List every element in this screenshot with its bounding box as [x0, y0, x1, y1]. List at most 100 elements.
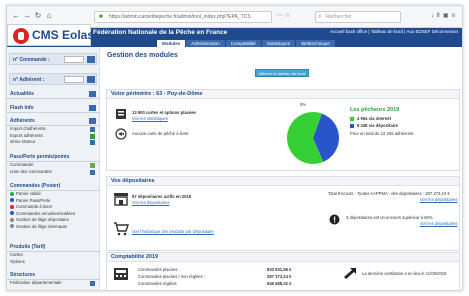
- sidebar-heading[interactable]: Actualités: [7, 90, 100, 99]
- total-encours-link[interactable]: Voir les dépositaires: [420, 197, 457, 202]
- lock-icon: ■: [99, 14, 103, 20]
- search-bar[interactable]: ⌕ Rechercher: [315, 11, 401, 23]
- eolas-logo-icon: [13, 28, 29, 44]
- adherent-search: n° Adhérent :: [9, 73, 97, 85]
- federation-name: Fédération Nationale de la Pêche en Fran…: [93, 29, 228, 36]
- legend-depositaire-swatch: [350, 124, 354, 128]
- adherent-go-button[interactable]: [87, 76, 95, 83]
- ellipsis-icon[interactable]: ⋯: [277, 13, 285, 19]
- arrow-icon: [344, 268, 356, 279]
- dashboard-button[interactable]: Afficher le tableau de bord: [255, 69, 309, 77]
- search-placeholder: Rechercher: [326, 14, 352, 20]
- sidebar-heading[interactable]: Flash Info: [7, 104, 100, 113]
- pie-depositaire: 8 348 via dépositaire: [357, 123, 398, 128]
- calculator-icon: [114, 268, 128, 280]
- forward-icon[interactable]: →: [22, 11, 32, 21]
- last-ventilation: La dernière ventilation a eu lieu le 11/…: [362, 271, 447, 276]
- sidebar-section-pass: Pass/Perle permis/points Commander Liste…: [7, 153, 100, 175]
- commande-go-button[interactable]: [87, 56, 95, 63]
- search-icon: [90, 140, 95, 145]
- commandes-placees-value: 833 931,56 €: [267, 267, 292, 272]
- commandes-placees-label: Commandes placées :: [138, 267, 180, 272]
- sidebar-heading[interactable]: Pass/Perle permis/points: [7, 153, 100, 162]
- cart-icon: [114, 222, 129, 236]
- pie-title: Les pêcheurs 2019: [350, 107, 400, 113]
- adherent-label: n° Adhérent :: [13, 77, 45, 83]
- page-title: Gestion des modules: [107, 52, 178, 59]
- expand-icon[interactable]: [89, 105, 96, 111]
- pie-total: Pour un total de 12 345 adhérents: [350, 131, 414, 136]
- cards-icon: [116, 109, 126, 119]
- adherent-input[interactable]: [64, 76, 84, 83]
- home-icon[interactable]: ⌂: [44, 11, 54, 21]
- sidebar: n° Commande : n° Adhérent : Actualités F…: [7, 47, 100, 290]
- expand-icon[interactable]: [89, 118, 96, 124]
- pie-chart: [287, 112, 339, 164]
- bookmark-icon[interactable]: ☆: [285, 13, 292, 19]
- sidebar-item[interactable]: Liste des commandes: [7, 169, 100, 176]
- status-dot-icon: [10, 217, 14, 222]
- non-reglees-label: Commandes placées / non réglées :: [138, 274, 206, 279]
- sidebar-item[interactable]: Fédération départementale: [7, 280, 100, 287]
- tab-webtechnique[interactable]: Webtechnique: [296, 40, 335, 47]
- back-icon[interactable]: ←: [11, 11, 21, 21]
- sidebar-heading[interactable]: Commandes (Poster): [7, 182, 100, 191]
- import-icon: [90, 127, 95, 132]
- total-encours: Total Encours - Toutes AAPPMA - des dépo…: [328, 191, 450, 196]
- cards-stats-link[interactable]: Voir les statistiques: [132, 116, 168, 121]
- warn-depositaires-link[interactable]: Voir les dépositaires: [420, 221, 457, 226]
- sidebar-section-produits: Produits (Tarif) Cartes Options: [7, 243, 100, 265]
- active-depositaires: 97 dépositaires actifs en 2019: [132, 194, 192, 199]
- pie-internet: 4 954 via internet: [357, 116, 391, 121]
- cards-count: 13 900 cartes et options placées: [132, 110, 197, 115]
- url-actions[interactable]: ⋯☆: [277, 12, 292, 19]
- panel-header: Votre périmètre : 63 - Puy-de-Dôme: [107, 90, 459, 99]
- list-icon: [90, 281, 95, 286]
- comptabilite-panel: Comptabilité 2019 Commandes placées : 83…: [106, 252, 460, 290]
- expand-icon[interactable]: [89, 91, 96, 97]
- sidebar-item[interactable]: Gestion de litige internaute: [7, 224, 100, 231]
- url-bar[interactable]: ■ https://admin.carteddepeche.fr/admin/t…: [94, 11, 272, 23]
- depositaires-panel: Vos dépositaires 97 dépositaires actifs …: [106, 176, 460, 251]
- main-content: Gestion des modules Afficher le tableau …: [102, 47, 462, 290]
- status-dot-icon: [10, 191, 14, 196]
- fish-icon: [115, 128, 127, 140]
- active-depositaires-link[interactable]: Voir les dépositaires: [132, 200, 169, 205]
- cart-icon: [90, 163, 95, 168]
- sidebar-section-commandes: Commandes (Poster) Panier validé Panier …: [7, 182, 100, 230]
- header-links[interactable]: Accueil back office | Tableau de bord | …: [330, 29, 458, 34]
- excel-icon: [90, 133, 95, 139]
- sidebar-section-adherents: Adhérents Import d'adhérents Export adhé…: [7, 117, 100, 146]
- commande-input[interactable]: [64, 56, 84, 63]
- fish-text: Aucune carte de pêche à livrer: [132, 131, 189, 136]
- logo-text: CMS Eolas: [32, 28, 95, 42]
- sidebar-item[interactable]: Options: [7, 259, 100, 266]
- toolbar-icons: ↓Ⅱ▣≡: [431, 12, 458, 19]
- logo[interactable]: CMS Eolas: [7, 24, 95, 46]
- panel-header: Comptabilité 2019: [107, 253, 459, 262]
- sidebar-heading[interactable]: Adhérents: [7, 117, 100, 126]
- warn-depositaires: 3 dépositaires ont un encours supérieur …: [346, 215, 433, 220]
- status-dot-icon: [10, 224, 14, 229]
- tab-administration[interactable]: Administration: [186, 40, 225, 47]
- reglees-label: Commandes réglées: [138, 281, 177, 286]
- sidebar-heading[interactable]: Produits (Tarif): [7, 243, 100, 252]
- menu-icon[interactable]: ≡: [451, 13, 458, 19]
- legend-internet-swatch: [350, 117, 354, 121]
- alert-icon: [329, 214, 340, 225]
- cart-history-link[interactable]: Voir l'historique des produits par Dépos…: [132, 229, 214, 234]
- app-window: ← → ↻ ⌂ ■ https://admin.carteddepeche.fr…: [6, 5, 463, 291]
- reload-icon[interactable]: ↻: [33, 11, 43, 21]
- tab-comptabilite[interactable]: Comptabilité: [225, 40, 261, 47]
- panel-header: Vos dépositaires: [107, 177, 459, 186]
- tab-statistiques[interactable]: Statistiques: [261, 40, 296, 47]
- search-icon: ⌕: [318, 14, 322, 20]
- status-dot-icon: [10, 204, 14, 209]
- shop-icon: [114, 193, 128, 206]
- sidebar-section-structures: Structures Fédération départementale: [7, 271, 100, 287]
- reglees-value: 546 558,32 €: [267, 281, 292, 286]
- sidebar-item[interactable]: 3ème Moteur: [7, 139, 100, 146]
- tab-modules[interactable]: Modules: [157, 40, 186, 47]
- sidebar-heading[interactable]: Structures: [7, 271, 100, 280]
- commande-search: n° Commande :: [9, 53, 97, 65]
